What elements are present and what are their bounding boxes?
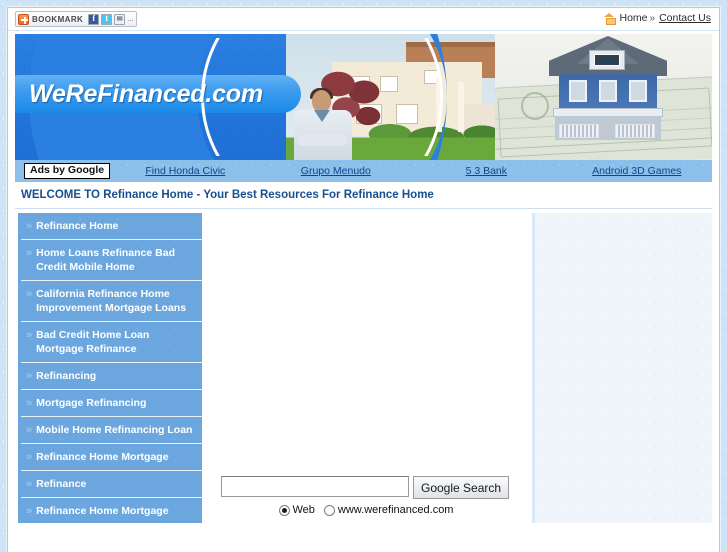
chevron-right-icon: »: [26, 478, 32, 490]
sidebar-item-label: Refinance: [36, 478, 87, 490]
chevron-right-icon: »: [26, 505, 32, 517]
sidebar-item-label: Mobile Home Refinancing Loan: [36, 424, 193, 436]
ads-by-google-label[interactable]: Ads by Google: [24, 162, 111, 179]
ad-link-1[interactable]: Find Honda Civic: [145, 165, 225, 177]
chevron-right-icon: »: [26, 424, 32, 436]
right-sidebar: [532, 213, 712, 523]
search-scope-options: Web www.werefinanced.com: [221, 504, 511, 516]
sidebar-item-label: Bad Credit Home Loan Mortgage Refinance: [36, 329, 150, 355]
bookmark-label: BOOKMARK: [32, 14, 84, 24]
house-on-money-photo: [495, 34, 712, 160]
radio-web-icon[interactable]: [278, 504, 290, 516]
body-columns: » Refinance Home » Home Loans Refinance …: [15, 213, 712, 523]
search-scope-web[interactable]: Web: [278, 504, 315, 516]
search-scope-web-label: Web: [292, 504, 315, 516]
nav-separator: »: [649, 12, 656, 24]
sidebar-item-bad-credit-home-loan-mortgage-refinance[interactable]: » Bad Credit Home Loan Mortgage Refinanc…: [21, 322, 202, 363]
chevron-right-icon: »: [26, 329, 32, 341]
site-container: BOOKMARK f t ✉ ... Home » Contact Us WeR…: [7, 7, 720, 552]
google-search-button[interactable]: Google Search: [413, 476, 510, 499]
search-scope-site-label: www.werefinanced.com: [337, 504, 454, 516]
site-logo[interactable]: WeReFinanced.com: [29, 80, 263, 109]
sidebar-item-label: Refinance Home Mortgage: [36, 451, 169, 463]
chevron-right-icon: »: [26, 451, 32, 463]
ad-link-3[interactable]: 5 3 Bank: [466, 165, 507, 177]
home-icon: [604, 13, 616, 25]
bookmark-share-widget[interactable]: BOOKMARK f t ✉ ...: [15, 11, 138, 27]
nav-link-contact-us[interactable]: Contact Us: [659, 12, 711, 24]
chevron-right-icon: »: [26, 370, 32, 382]
sidebar-item-refinance-home[interactable]: » Refinance Home: [21, 213, 202, 240]
sidebar-item-label: Mortgage Refinancing: [36, 397, 147, 409]
sidebar-item-label: Refinance Home Mortgage: [36, 505, 169, 517]
chevron-right-icon: »: [26, 220, 32, 232]
left-sidebar-navigation: » Refinance Home » Home Loans Refinance …: [15, 213, 202, 523]
sidebar-item-label: California Refinance Home Improvement Mo…: [36, 288, 187, 314]
sidebar-item-mobile-home-refinancing-loan[interactable]: » Mobile Home Refinancing Loan: [21, 417, 202, 444]
top-navigation: Home » Contact Us: [604, 12, 711, 25]
utility-bar: BOOKMARK f t ✉ ... Home » Contact Us: [8, 8, 719, 31]
chevron-right-icon: »: [26, 397, 32, 409]
main-content-area: Google Search Web www.werefinanced.com: [202, 213, 529, 523]
twitter-icon[interactable]: t: [101, 13, 113, 25]
page-title: WELCOME TO Refinance Home - Your Best Re…: [15, 182, 712, 209]
facebook-icon[interactable]: f: [88, 13, 100, 25]
google-ads-bar: Ads by Google Find Honda Civic Grupo Men…: [15, 160, 712, 182]
sidebar-item-label: Home Loans Refinance Bad Credit Mobile H…: [36, 247, 175, 273]
sidebar-item-refinancing[interactable]: » Refinancing: [21, 363, 202, 390]
sidebar-item-mortgage-refinancing[interactable]: » Mortgage Refinancing: [21, 390, 202, 417]
ad-link-4[interactable]: Android 3D Games: [592, 165, 681, 177]
chevron-right-icon: »: [26, 247, 32, 259]
site-banner: WeReFinanced.com: [15, 34, 712, 160]
search-scope-site[interactable]: www.werefinanced.com: [323, 504, 454, 516]
sidebar-item-label: Refinance Home: [36, 220, 119, 232]
radio-site-icon[interactable]: [323, 504, 335, 516]
sidebar-item-label: Refinancing: [36, 370, 97, 382]
plus-icon: [18, 13, 29, 25]
google-custom-search: Google Search Web www.werefinanced.com: [221, 476, 511, 516]
sidebar-item-refinance-home-mortgage[interactable]: » Refinance Home Mortgage: [21, 444, 202, 471]
search-input[interactable]: [221, 476, 409, 497]
sidebar-item-home-loans-refinance-bad-credit-mobile-home[interactable]: » Home Loans Refinance Bad Credit Mobile…: [21, 240, 202, 281]
chevron-right-icon: »: [26, 288, 32, 300]
ad-link-2[interactable]: Grupo Menudo: [301, 165, 371, 177]
sidebar-item-california-refinance-home-improvement-mortgage-loans[interactable]: » California Refinance Home Improvement …: [21, 281, 202, 322]
nav-link-home[interactable]: Home: [619, 12, 647, 24]
email-icon[interactable]: ✉: [114, 13, 126, 25]
more-share-options-icon[interactable]: ...: [127, 13, 134, 26]
sidebar-item-refinance-home-mortgage-2[interactable]: » Refinance Home Mortgage: [21, 498, 202, 524]
sidebar-item-refinance[interactable]: » Refinance: [21, 471, 202, 498]
